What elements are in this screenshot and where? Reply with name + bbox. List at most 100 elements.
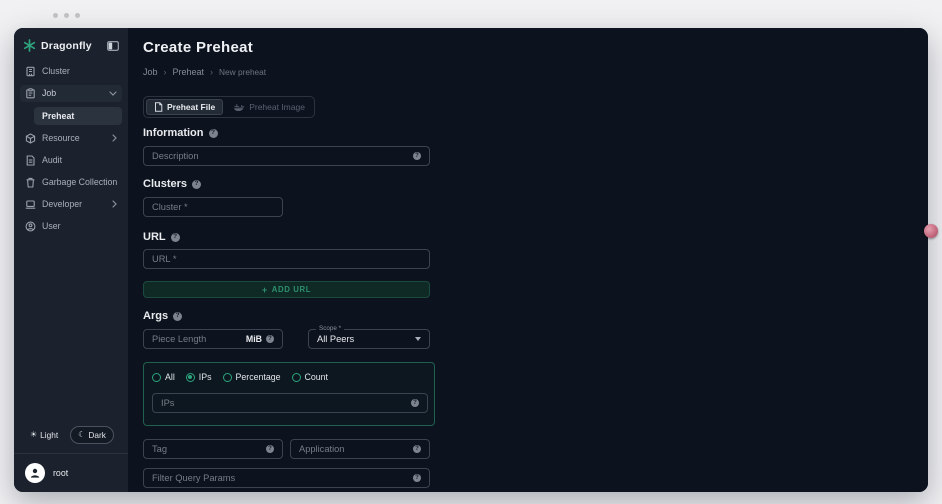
section-heading: Information	[143, 127, 204, 139]
job-icon	[25, 87, 36, 99]
tag-field[interactable]: ?	[143, 439, 283, 459]
add-url-button[interactable]: + ADD URL	[143, 281, 430, 298]
application-input[interactable]	[299, 444, 409, 454]
piece-length-unit: MiB	[245, 334, 262, 344]
chevron-down-icon	[415, 337, 421, 341]
chevron-down-icon	[109, 90, 117, 96]
application-field[interactable]: ?	[290, 439, 430, 459]
sidebar-item-label: Preheat	[42, 110, 75, 121]
help-icon[interactable]: ?	[266, 445, 274, 453]
sidebar-item-job[interactable]: Job	[20, 84, 122, 102]
breadcrumb-preheat[interactable]: Preheat	[173, 67, 205, 77]
user-icon	[25, 221, 36, 232]
sidebar-item-label: Audit	[42, 155, 63, 165]
help-icon[interactable]: ?	[413, 152, 421, 160]
scope-value: All Peers	[317, 334, 355, 344]
section-heading: URL	[143, 231, 166, 243]
scope-radio-group: All IPs Percentage Count	[152, 371, 426, 383]
cluster-input[interactable]	[152, 202, 274, 212]
help-icon[interactable]: ?	[411, 399, 419, 407]
resource-icon	[25, 132, 36, 144]
ips-field[interactable]: ?	[152, 393, 428, 413]
theme-dark-button[interactable]: ☾ Dark	[70, 426, 114, 444]
args-row: MiB ? Scope * All Peers	[143, 325, 928, 349]
tab-label: Preheat File	[167, 102, 216, 112]
cluster-icon	[25, 66, 36, 77]
theme-light-button[interactable]: ☀ Light	[23, 427, 65, 443]
radio-ips[interactable]: IPs	[185, 372, 212, 382]
app-title: Dragonfly	[41, 39, 92, 52]
add-url-label: ADD URL	[271, 285, 312, 294]
sidebar-collapse-icon[interactable]	[107, 40, 119, 51]
chevron-right-icon	[112, 200, 117, 208]
sidebar-item-preheat[interactable]: Preheat	[34, 106, 122, 125]
sidebar: Dragonfly Cluster Job Preheat Resource A…	[14, 28, 128, 492]
tag-application-row: ? ?	[143, 439, 928, 459]
app-window: Dragonfly Cluster Job Preheat Resource A…	[14, 28, 928, 492]
section-args: Args ?	[143, 310, 928, 322]
scope-select[interactable]: Scope * All Peers	[308, 325, 430, 349]
window-dot	[64, 13, 69, 18]
radio-icon	[152, 372, 161, 382]
url-input[interactable]	[152, 254, 421, 264]
sidebar-item-label: Job	[42, 88, 57, 98]
sidebar-item-garbage-collection[interactable]: Garbage Collection	[20, 174, 122, 191]
help-icon[interactable]: ?	[413, 474, 421, 482]
window-dot	[75, 13, 80, 18]
sidebar-item-user[interactable]: User	[20, 218, 122, 235]
sidebar-item-developer[interactable]: Developer	[20, 196, 122, 213]
username: root	[53, 468, 69, 478]
breadcrumb-current: New preheat	[219, 66, 267, 77]
ips-input[interactable]	[161, 398, 407, 408]
piece-length-input[interactable]	[152, 334, 242, 344]
window-dot	[53, 13, 58, 18]
help-icon[interactable]: ?	[192, 179, 202, 189]
breadcrumb: Job › Preheat › New preheat	[143, 66, 928, 77]
description-field[interactable]: ?	[143, 146, 430, 166]
sidebar-item-cluster[interactable]: Cluster	[20, 63, 122, 80]
tab-preheat-image[interactable]: Preheat Image	[226, 99, 312, 115]
breadcrumb-job[interactable]: Job	[143, 67, 158, 77]
docker-whale-icon	[233, 103, 245, 112]
breadcrumb-separator: ›	[163, 66, 167, 77]
tab-label: Preheat Image	[249, 102, 305, 112]
cluster-field[interactable]	[143, 197, 283, 217]
sidebar-item-label: User	[42, 221, 61, 231]
piece-length-field[interactable]: MiB ?	[143, 329, 283, 349]
avatar	[25, 463, 45, 483]
radio-icon	[185, 372, 195, 382]
sidebar-item-resource[interactable]: Resource	[20, 130, 122, 147]
help-icon[interactable]: ?	[266, 335, 274, 343]
audit-icon	[25, 154, 36, 166]
user-menu[interactable]: root	[14, 453, 128, 492]
sidebar-item-label: Cluster	[42, 66, 70, 76]
help-icon[interactable]: ?	[413, 445, 421, 453]
sidebar-item-label: Garbage Collection	[42, 177, 118, 187]
sidebar-item-label: Resource	[42, 133, 80, 143]
scope-options-box: All IPs Percentage Count ?	[143, 362, 435, 426]
radio-label: All	[165, 372, 175, 382]
radio-count[interactable]: Count	[291, 372, 328, 382]
theme-dark-label: Dark	[88, 430, 106, 440]
sidebar-item-audit[interactable]: Audit	[20, 152, 122, 169]
help-icon[interactable]: ?	[170, 232, 180, 242]
radio-percentage[interactable]: Percentage	[222, 372, 281, 382]
dragonfly-logo-icon	[23, 39, 36, 52]
url-field[interactable]	[143, 249, 430, 269]
logo-row: Dragonfly	[14, 36, 128, 60]
tag-input[interactable]	[152, 444, 262, 454]
help-icon[interactable]: ?	[208, 128, 218, 138]
main-content: Create Preheat Job › Preheat › New prehe…	[128, 28, 928, 492]
developer-icon	[25, 199, 36, 210]
filter-query-params-field[interactable]: ?	[143, 468, 430, 488]
description-input[interactable]	[152, 151, 409, 161]
section-url: URL ?	[143, 231, 928, 243]
tab-preheat-file[interactable]: Preheat File	[146, 99, 224, 115]
floating-avatar-badge[interactable]	[924, 224, 938, 238]
sidebar-item-label: Developer	[42, 199, 83, 209]
filter-query-params-input[interactable]	[152, 473, 409, 483]
moon-icon: ☾	[78, 430, 86, 439]
radio-all[interactable]: All	[152, 372, 175, 382]
help-icon[interactable]: ?	[173, 311, 183, 321]
section-information: Information ?	[143, 127, 928, 139]
